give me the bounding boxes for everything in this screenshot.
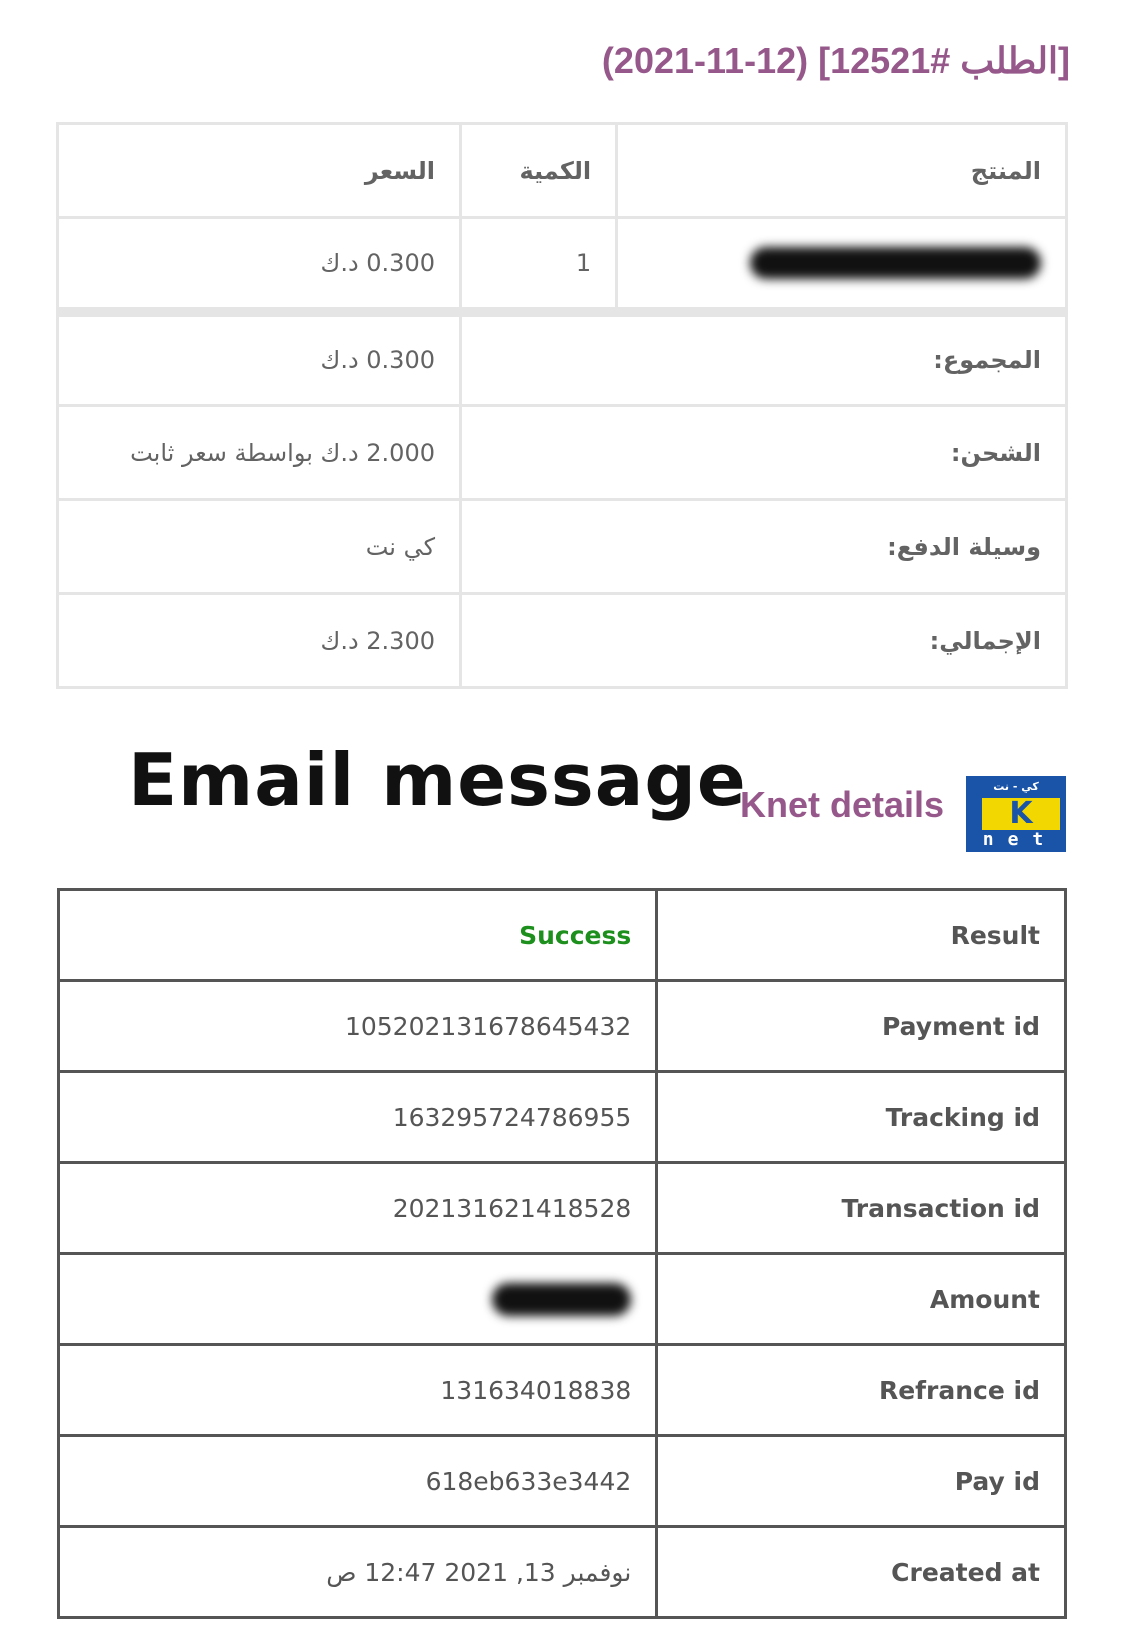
knet-details-title: Knet details xyxy=(740,784,945,825)
item-product-name-redacted: جوكر كير 5 ل (ادي) (كبير) xyxy=(749,246,1041,279)
total-label: الإجمالي: xyxy=(459,592,1068,689)
reference-id-value: 131634018838 xyxy=(56,1343,659,1437)
knet-details-table: Success Result 105202131678645432 Paymen… xyxy=(56,888,1067,1619)
item-price: 0.300 د.ك xyxy=(56,216,462,317)
knet-row-created-at: نوفمبر 13, 2021 12:47 ص Created at xyxy=(56,1525,1067,1619)
knet-row-reference-id: 131634018838 Refrance id xyxy=(56,1343,1067,1437)
totals-row-total: الإجمالي: 2.300 د.ك xyxy=(56,592,1068,689)
knet-row-amount: KD 0.300 Amount xyxy=(56,1252,1067,1346)
totals-row-payment-method: وسيلة الدفع: كي نت xyxy=(56,498,1068,595)
totals-row-shipping: الشحن: 2.000 د.ك بواسطة سعر ثابت xyxy=(56,404,1068,501)
knet-row-pay-id: 618eb633e3442 Pay id xyxy=(56,1434,1067,1528)
pay-id-value: 618eb633e3442 xyxy=(56,1434,659,1528)
result-label: Result xyxy=(655,888,1067,982)
knet-row-tracking-id: 163295724786955 Tracking id xyxy=(56,1070,1067,1164)
amount-value-cell: KD 0.300 xyxy=(56,1252,659,1346)
tracking-id-label: Tracking id xyxy=(655,1070,1067,1164)
shipping-value: 2.000 د.ك بواسطة سعر ثابت xyxy=(56,404,462,501)
knet-logo-arabic-text: كي - نت xyxy=(993,780,1039,793)
transaction-id-label: Transaction id xyxy=(655,1161,1067,1255)
transaction-id-value: 202131621418528 xyxy=(56,1161,659,1255)
knet-logo-letter: K xyxy=(982,798,1060,830)
knet-row-transaction-id: 202131621418528 Transaction id xyxy=(56,1161,1067,1255)
item-quantity: 1 xyxy=(458,216,619,317)
knet-row-payment-id: 105202131678645432 Payment id xyxy=(56,979,1067,1073)
order-item-row: جوكر كير 5 ل (ادي) (كبير) 1 0.300 د.ك xyxy=(56,216,1068,317)
payment-id-value: 105202131678645432 xyxy=(56,979,659,1073)
total-value: 2.300 د.ك xyxy=(56,592,462,689)
created-at-label: Created at xyxy=(655,1525,1067,1619)
header-product: المنتج xyxy=(615,122,1068,219)
header-quantity: الكمية xyxy=(458,122,619,219)
header-price: السعر xyxy=(56,122,462,219)
order-header-row: المنتج الكمية السعر xyxy=(56,122,1068,219)
created-at-value: نوفمبر 13, 2021 12:47 ص xyxy=(56,1525,659,1619)
payment-method-value: كي نت xyxy=(56,498,462,595)
shipping-label: الشحن: xyxy=(459,404,1068,501)
tracking-id-value: 163295724786955 xyxy=(56,1070,659,1164)
knet-logo-wordmark: net xyxy=(982,829,1058,850)
amount-label: Amount xyxy=(655,1252,1067,1346)
payment-method-label: وسيلة الدفع: xyxy=(459,498,1068,595)
knet-row-result: Success Result xyxy=(56,888,1067,982)
result-value: Success xyxy=(56,888,659,982)
order-items-table: المنتج الكمية السعر جوكر كير 5 ل (ادي) (… xyxy=(56,122,1068,689)
reference-id-label: Refrance id xyxy=(655,1343,1067,1437)
subtotal-value: 0.300 د.ك xyxy=(56,310,462,407)
knet-logo: كي - نت K net xyxy=(966,776,1066,852)
email-message-heading: Email message xyxy=(128,738,747,822)
amount-value-redacted: KD 0.300 xyxy=(492,1282,632,1316)
totals-row-subtotal: المجموع: 0.300 د.ك xyxy=(56,310,1068,407)
subtotal-label: المجموع: xyxy=(459,310,1068,407)
pay-id-label: Pay id xyxy=(655,1434,1067,1528)
item-product-cell: جوكر كير 5 ل (ادي) (كبير) xyxy=(615,216,1068,317)
order-title: [الطلب #12521] (12-11-2021) xyxy=(601,40,1070,81)
payment-id-label: Payment id xyxy=(655,979,1067,1073)
